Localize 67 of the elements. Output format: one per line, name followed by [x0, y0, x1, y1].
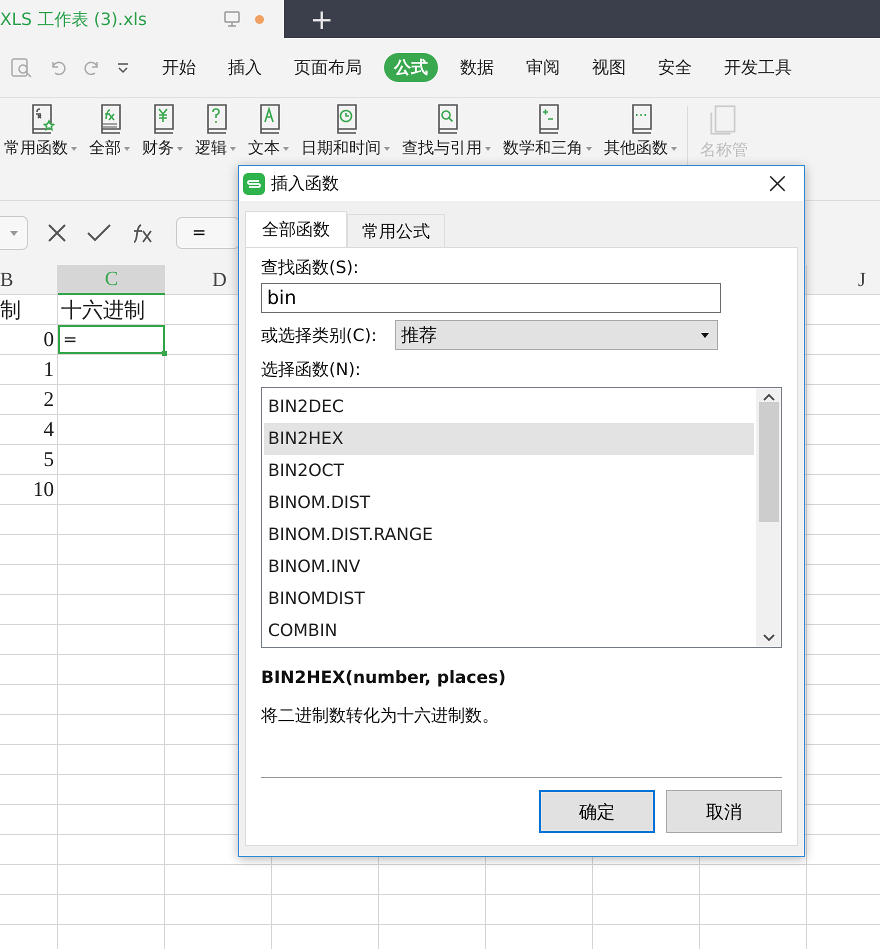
name-box[interactable] — [0, 216, 28, 250]
table-cell-text: 制 — [0, 296, 22, 324]
dialog-title: 插入函数 — [271, 173, 340, 195]
ribbon-button[interactable]: 全部 — [87, 98, 132, 159]
dropdown-icon[interactable] — [116, 62, 130, 74]
category-dropdown[interactable]: 推荐 — [394, 320, 718, 350]
menu-tab[interactable]: 开始 — [152, 53, 206, 82]
menu-tab[interactable]: 视图 — [582, 53, 636, 82]
table-cell-text: 4 — [42, 416, 55, 443]
list-item[interactable]: BINOMDIST — [264, 583, 754, 615]
dialog-tab[interactable]: 常用公式 — [347, 214, 445, 247]
ribbon-button[interactable]: 文本 — [246, 98, 291, 159]
close-button[interactable]: × — [758, 168, 796, 198]
scroll-thumb[interactable] — [758, 402, 778, 522]
ribbon-button[interactable]: 查找与引用 — [400, 98, 493, 159]
menu-tab[interactable]: 安全 — [648, 53, 702, 82]
column-header[interactable]: D — [212, 268, 227, 292]
table-cell-text: 10 — [32, 476, 55, 503]
list-item[interactable]: BIN2DEC — [264, 391, 754, 423]
category-label: 或选择类别(C): — [261, 324, 377, 346]
ribbon-button[interactable]: 日期和时间 — [299, 98, 392, 159]
caret-icon — [10, 230, 18, 236]
cancel-button[interactable]: 取消 — [666, 790, 782, 833]
table-cell-text: 1 — [42, 356, 55, 383]
dialog-tab[interactable]: 全部函数 — [245, 211, 347, 247]
selected-cell[interactable]: = — [58, 325, 165, 354]
check-icon[interactable] — [86, 223, 112, 243]
list-item[interactable]: BIN2OCT — [264, 455, 754, 487]
menu-tab[interactable]: 页面布局 — [284, 53, 372, 82]
list-item[interactable]: BINOM.INV — [264, 551, 754, 583]
document-title: XLS 工作表 (3).xls — [0, 8, 148, 30]
list-item[interactable]: BINOM.DIST.RANGE — [264, 519, 754, 551]
function-signature: BIN2HEX(number, places) — [261, 668, 507, 688]
new-tab-button[interactable]: + — [306, 2, 338, 36]
table-cell-text: 2 — [42, 386, 55, 413]
menu-tab[interactable]: 数据 — [450, 53, 504, 82]
unsaved-dot-icon — [255, 14, 264, 24]
table-cell-text: 5 — [42, 446, 55, 473]
caret-icon — [700, 332, 709, 338]
app-logo-icon — [243, 172, 265, 194]
column-header[interactable]: B — [0, 268, 14, 292]
table-cell-text: 0 — [42, 326, 55, 353]
ribbon-button[interactable]: 财务 — [140, 98, 185, 159]
column-header[interactable]: J — [858, 268, 866, 292]
scroll-down-icon[interactable] — [762, 634, 774, 642]
list-item[interactable]: BIN2HEX — [264, 423, 754, 455]
scroll-up-icon[interactable] — [762, 393, 774, 401]
list-label: 选择函数(N): — [261, 359, 362, 381]
ribbon-button[interactable]: 其他函数 — [602, 98, 679, 159]
list-item[interactable]: BINOM.DIST — [264, 487, 754, 519]
ribbon-button[interactable]: 逻辑 — [193, 98, 238, 159]
print-preview-icon[interactable] — [10, 56, 34, 78]
menu-tab[interactable]: 插入 — [218, 53, 272, 82]
menu-tab[interactable]: 开发工具 — [714, 53, 794, 82]
ribbon-button[interactable]: 数学和三角 — [501, 98, 594, 159]
ok-button[interactable]: 确定 — [539, 790, 655, 833]
list-item[interactable]: COMBIN — [264, 615, 754, 647]
function-description: 将二进制数转化为十六进制数。 — [261, 705, 500, 727]
scrollbar[interactable] — [756, 388, 781, 647]
ribbon-button[interactable]: 常用函数 — [2, 98, 79, 159]
search-label: 查找函数(S): — [261, 257, 360, 279]
menu-tab[interactable]: 审阅 — [516, 53, 570, 82]
search-field[interactable]: bin — [261, 283, 721, 313]
formula-input[interactable]: = — [176, 217, 240, 249]
table-cell-text: 十六进制 — [60, 296, 146, 324]
cancel-icon[interactable] — [46, 222, 68, 244]
monitor-icon[interactable] — [223, 10, 241, 28]
